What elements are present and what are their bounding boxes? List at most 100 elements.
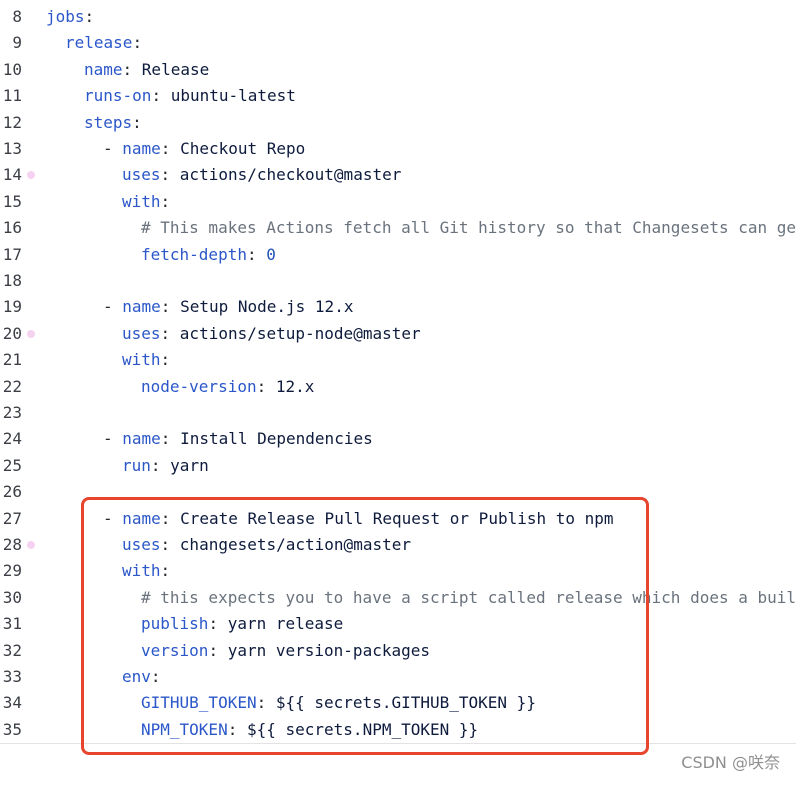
line-number: 33 bbox=[2, 667, 22, 686]
line-number: 19 bbox=[2, 297, 22, 317]
code-content: with: bbox=[122, 189, 170, 215]
code-token: uses bbox=[122, 165, 161, 185]
gutter-marker-icon[interactable] bbox=[27, 541, 35, 549]
code-line[interactable]: 25 run: yarn bbox=[0, 453, 796, 479]
line-number: 14 bbox=[2, 165, 22, 185]
line-number: 13 bbox=[2, 139, 22, 158]
code-line[interactable]: 9 release: bbox=[0, 30, 796, 56]
code-token: : bbox=[151, 86, 171, 106]
code-token: yarn bbox=[170, 455, 209, 475]
code-line[interactable]: 13 - name: Checkout Repo bbox=[0, 136, 796, 162]
code-token: Install Dependencies bbox=[180, 429, 373, 449]
code-token: name bbox=[122, 429, 161, 449]
code-line[interactable]: 12 steps: bbox=[0, 110, 796, 136]
code-token: # This makes Actions fetch all Git histo… bbox=[141, 218, 796, 238]
code-token: actions/setup-node@master bbox=[179, 323, 421, 343]
code-token: : bbox=[84, 7, 95, 26]
code-token: Release bbox=[141, 59, 210, 79]
line-number: 15 bbox=[2, 191, 22, 211]
line-number: 20 bbox=[2, 323, 22, 343]
line-number: 10 bbox=[2, 59, 22, 79]
line-number: 9 bbox=[12, 33, 22, 53]
line-number: 17 bbox=[2, 244, 22, 264]
code-token: run bbox=[122, 455, 151, 475]
code-line[interactable]: 23 bbox=[0, 400, 796, 426]
code-token: name bbox=[122, 297, 161, 317]
code-content: uses: actions/setup-node@master bbox=[122, 321, 421, 347]
code-line[interactable]: 14 uses: actions/checkout@master bbox=[0, 162, 796, 188]
code-token: runs-on bbox=[84, 86, 152, 106]
line-number: 11 bbox=[2, 86, 22, 106]
code-line[interactable]: 19 - name: Setup Node.js 12.x bbox=[0, 294, 796, 320]
code-token: : bbox=[132, 33, 143, 53]
code-line[interactable]: 8 jobs: bbox=[0, 4, 796, 30]
code-token: - bbox=[103, 139, 123, 158]
code-line[interactable]: 11 runs-on: ubuntu-latest bbox=[0, 83, 796, 109]
code-line[interactable]: 20 uses: actions/setup-node@master bbox=[0, 321, 796, 347]
code-token: : bbox=[160, 139, 181, 158]
code-line[interactable]: 15 with: bbox=[0, 189, 796, 215]
line-number: 31 bbox=[2, 614, 22, 634]
code-token: node-version bbox=[141, 376, 257, 396]
code-token: steps bbox=[84, 112, 133, 132]
code-token: 0 bbox=[266, 244, 276, 264]
code-content: steps: bbox=[84, 110, 142, 136]
line-number: 27 bbox=[2, 508, 22, 528]
line-number: 32 bbox=[2, 640, 22, 660]
code-token: : bbox=[150, 455, 171, 475]
line-number: 12 bbox=[2, 112, 22, 132]
code-token: - bbox=[103, 297, 123, 317]
code-token: : bbox=[160, 297, 181, 317]
code-line[interactable]: 10 name: Release bbox=[0, 57, 796, 83]
code-token: : bbox=[160, 165, 180, 185]
watermark: CSDN @咲奈 bbox=[681, 753, 780, 772]
gutter-marker-icon[interactable] bbox=[27, 329, 35, 338]
gutter-marker-icon[interactable] bbox=[27, 171, 35, 180]
line-number: 29 bbox=[2, 561, 22, 581]
code-token: : bbox=[122, 59, 142, 79]
highlight-annotation-box bbox=[81, 497, 649, 755]
line-number: 25 bbox=[2, 455, 22, 475]
code-token: jobs bbox=[46, 7, 85, 26]
code-token: uses bbox=[122, 323, 161, 343]
code-content: name: Release bbox=[84, 57, 209, 83]
code-content: with: bbox=[122, 347, 170, 373]
code-line[interactable]: 17 fetch-depth: 0 bbox=[0, 242, 796, 268]
line-number: 35 bbox=[2, 719, 22, 739]
code-token: with bbox=[122, 350, 161, 370]
code-token: : bbox=[160, 350, 171, 370]
line-number: 8 bbox=[12, 7, 22, 26]
code-token: : bbox=[160, 323, 180, 343]
code-content: fetch-depth: 0 bbox=[141, 242, 276, 268]
line-number: 28 bbox=[2, 535, 22, 554]
code-token: : bbox=[132, 112, 142, 132]
code-line[interactable]: 16 # This makes Actions fetch all Git his… bbox=[0, 215, 796, 241]
code-line[interactable]: 24 - name: Install Dependencies bbox=[0, 426, 796, 452]
code-line[interactable]: 21 with: bbox=[0, 347, 796, 373]
code-token: Setup Node.js 12.x bbox=[180, 297, 354, 317]
line-number: 34 bbox=[2, 693, 22, 713]
line-number: 30 bbox=[2, 587, 22, 607]
code-content: - name: Install Dependencies bbox=[103, 426, 373, 452]
code-token: - bbox=[103, 429, 123, 449]
code-token: fetch-depth bbox=[141, 244, 247, 264]
code-token: 12.x bbox=[275, 376, 315, 396]
code-content: # This makes Actions fetch all Git histo… bbox=[141, 215, 796, 241]
code-token: ubuntu-latest bbox=[170, 86, 296, 106]
code-token: Checkout Repo bbox=[180, 139, 306, 158]
code-content: - name: Setup Node.js 12.x bbox=[103, 294, 353, 320]
code-token: : bbox=[160, 429, 181, 449]
code-token: release bbox=[65, 33, 133, 53]
code-token: : bbox=[256, 376, 276, 396]
line-number: 23 bbox=[2, 403, 22, 422]
line-number: 16 bbox=[2, 218, 22, 238]
line-number: 22 bbox=[2, 376, 22, 396]
code-content: run: yarn bbox=[122, 453, 209, 479]
line-number: 26 bbox=[2, 482, 22, 502]
code-line[interactable]: 22 node-version: 12.x bbox=[0, 374, 796, 400]
code-content: uses: actions/checkout@master bbox=[122, 162, 401, 188]
code-line[interactable]: 18 bbox=[0, 268, 796, 294]
code-token: name bbox=[84, 59, 123, 79]
code-token: name bbox=[122, 139, 161, 158]
line-number: 24 bbox=[2, 429, 22, 449]
